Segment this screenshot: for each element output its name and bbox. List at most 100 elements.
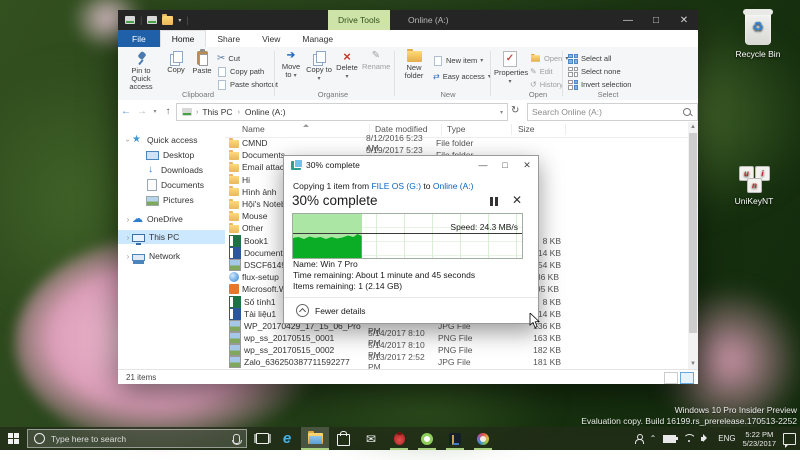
column-header-type[interactable]: Type [447, 124, 465, 134]
file-row[interactable]: wp_ss_20170515_0001 5/14/2017 8:10 PM PNG … [225, 328, 688, 348]
taskbar-app-dark[interactable] [441, 427, 469, 450]
qat-customize-icon[interactable]: ▾ [178, 17, 181, 24]
copy-destination-link[interactable]: Online (A:) [433, 181, 474, 191]
refresh-icon[interactable]: ↻ [511, 105, 519, 116]
column-separator[interactable] [511, 124, 512, 135]
close-button[interactable]: ✕ [670, 10, 698, 30]
cancel-button[interactable]: ✕ [512, 193, 522, 207]
sidebar-item-this-pc[interactable]: › This PC [118, 230, 225, 245]
sidebar-item-pictures[interactable]: Pictures [118, 193, 225, 207]
taskbar-app-edge[interactable]: e [273, 427, 301, 450]
column-header-name[interactable]: Name [242, 124, 265, 134]
sidebar-item-desktop[interactable]: Desktop [118, 148, 225, 162]
sidebar-item-downloads[interactable]: Downloads [118, 163, 225, 177]
dialog-minimize-button[interactable]: — [472, 156, 494, 174]
expand-chevron-icon[interactable]: › [124, 215, 132, 224]
tab-file[interactable]: File [118, 30, 160, 47]
minimize-button[interactable]: — [614, 10, 642, 30]
tab-manage[interactable]: Manage [291, 30, 344, 47]
task-view-button[interactable] [251, 427, 273, 450]
fewer-details-toggle[interactable]: Fewer details [296, 304, 366, 317]
easy-access-button[interactable]: ⇄ Easy access ▾ [433, 71, 491, 82]
copy-path-button[interactable]: Copy path [217, 66, 264, 77]
scroll-down-arrow[interactable]: ▼ [688, 359, 698, 369]
column-separator[interactable] [441, 124, 442, 135]
forward-button[interactable]: → [134, 106, 150, 117]
invert-selection-button[interactable]: Invert selection [568, 79, 631, 90]
language-indicator[interactable]: ENG [718, 434, 735, 443]
taskbar-app-paint[interactable] [469, 427, 497, 450]
search-input[interactable]: Search Online (A:) [527, 103, 698, 121]
battery-icon[interactable] [663, 434, 679, 443]
expand-chevron-icon[interactable]: › [124, 252, 132, 261]
file-row[interactable]: CMND 8/12/2016 5:23 AM File folder [225, 133, 688, 153]
tab-view[interactable]: View [251, 30, 291, 47]
paste-shortcut-button[interactable]: Paste shortcut [217, 79, 278, 90]
dialog-maximize-button[interactable]: □ [494, 156, 516, 174]
move-to-button[interactable]: ➔ Move to ▾ [278, 50, 304, 94]
new-item-button[interactable]: New item ▾ [433, 55, 483, 66]
paste-button[interactable]: Paste [190, 49, 214, 94]
people-icon[interactable] [634, 434, 644, 444]
taskbar-app-coccoc[interactable] [413, 427, 441, 450]
start-button[interactable] [0, 427, 26, 450]
tray-expand-chevron-icon[interactable]: ⌃ [650, 434, 657, 443]
copy-button[interactable]: Copy [164, 50, 188, 94]
edit-button[interactable]: ✎ Edit [530, 66, 553, 77]
up-button[interactable]: ↑ [160, 106, 176, 117]
volume-icon[interactable] [701, 434, 711, 443]
qat-properties-icon[interactable] [147, 16, 158, 24]
address-dropdown-icon[interactable]: ▾ [500, 109, 503, 116]
back-button[interactable]: ← [118, 106, 134, 117]
rename-button[interactable]: ✎ Rename [362, 50, 390, 94]
column-header-size[interactable]: Size [518, 124, 535, 134]
file-row[interactable]: wp_ss_20170515_0002 5/14/2017 8:10 PM PNG … [225, 340, 688, 360]
taskbar-clock[interactable]: 5:22 PM 5/23/2017 [743, 430, 776, 448]
contextual-tab-drive-tools[interactable]: Drive Tools [328, 10, 390, 30]
qat-newfolder-icon[interactable] [162, 13, 174, 25]
window-titlebar[interactable]: | ▾ | Drive Tools Online (A:) — □ ✕ [118, 10, 698, 30]
pin-to-quick-access-button[interactable]: Pin to Quick access [124, 50, 158, 94]
scroll-up-arrow[interactable]: ▲ [688, 122, 698, 132]
delete-button[interactable]: × Delete ▾ [334, 50, 360, 94]
tab-share[interactable]: Share [206, 30, 251, 47]
details-view-button[interactable] [664, 372, 678, 384]
wifi-icon[interactable] [683, 434, 694, 443]
sidebar-item-documents[interactable]: Documents [118, 178, 225, 192]
recent-locations-dropdown[interactable]: ▾ [150, 108, 160, 115]
file-row[interactable]: Zalo_636250387711592277 3/13/2017 2:52 PM… [225, 352, 688, 369]
maximize-button[interactable]: □ [642, 10, 670, 30]
breadcrumb-this-pc[interactable]: This PC [202, 107, 232, 117]
dialog-close-button[interactable]: ✕ [516, 156, 538, 174]
expand-chevron-icon[interactable]: › [124, 233, 132, 242]
copy-source-link[interactable]: FILE OS (G:) [371, 181, 421, 191]
tab-home[interactable]: Home [159, 30, 207, 47]
sidebar-item-onedrive[interactable]: › OneDrive [118, 212, 225, 226]
taskbar-app-red-pouch[interactable] [385, 427, 413, 450]
properties-button[interactable]: ✓ Properties ▾ [494, 50, 528, 94]
new-folder-button[interactable]: New folder [399, 48, 429, 94]
cut-button[interactable]: ✂ Cut [217, 53, 240, 64]
scrollbar-thumb[interactable] [689, 133, 697, 333]
taskbar-app-mail[interactable]: ✉ [357, 427, 385, 450]
pause-button[interactable] [489, 197, 499, 207]
taskbar-search-input[interactable]: Type here to search [27, 429, 247, 448]
taskbar-app-store[interactable] [329, 427, 357, 450]
breadcrumb[interactable]: › This PC › Online (A:) ▾ [176, 103, 508, 121]
history-button[interactable]: ↺ History [530, 79, 563, 90]
action-center-icon[interactable] [783, 432, 796, 448]
desktop-icon-unikey[interactable]: u i n UniKeyNT [722, 166, 786, 206]
desktop-icon-recycle-bin[interactable]: Recycle Bin [726, 9, 790, 59]
column-separator[interactable] [565, 124, 566, 135]
microphone-icon[interactable] [232, 433, 242, 445]
select-none-button[interactable]: Select none [568, 66, 621, 77]
dialog-titlebar[interactable]: 30% complete — □ ✕ [284, 156, 538, 174]
sidebar-item-quick-access[interactable]: ›Quick access [118, 133, 225, 147]
breadcrumb-current[interactable]: Online (A:) [245, 107, 286, 117]
thumbnails-view-button[interactable] [680, 372, 694, 384]
copy-to-button[interactable]: Copy to ▾ [306, 50, 332, 94]
select-all-button[interactable]: Select all [568, 53, 611, 64]
vertical-scrollbar[interactable]: ▲ ▼ [688, 122, 698, 369]
taskbar-app-file-explorer[interactable] [301, 427, 329, 450]
sidebar-item-network[interactable]: › Network [118, 249, 225, 263]
